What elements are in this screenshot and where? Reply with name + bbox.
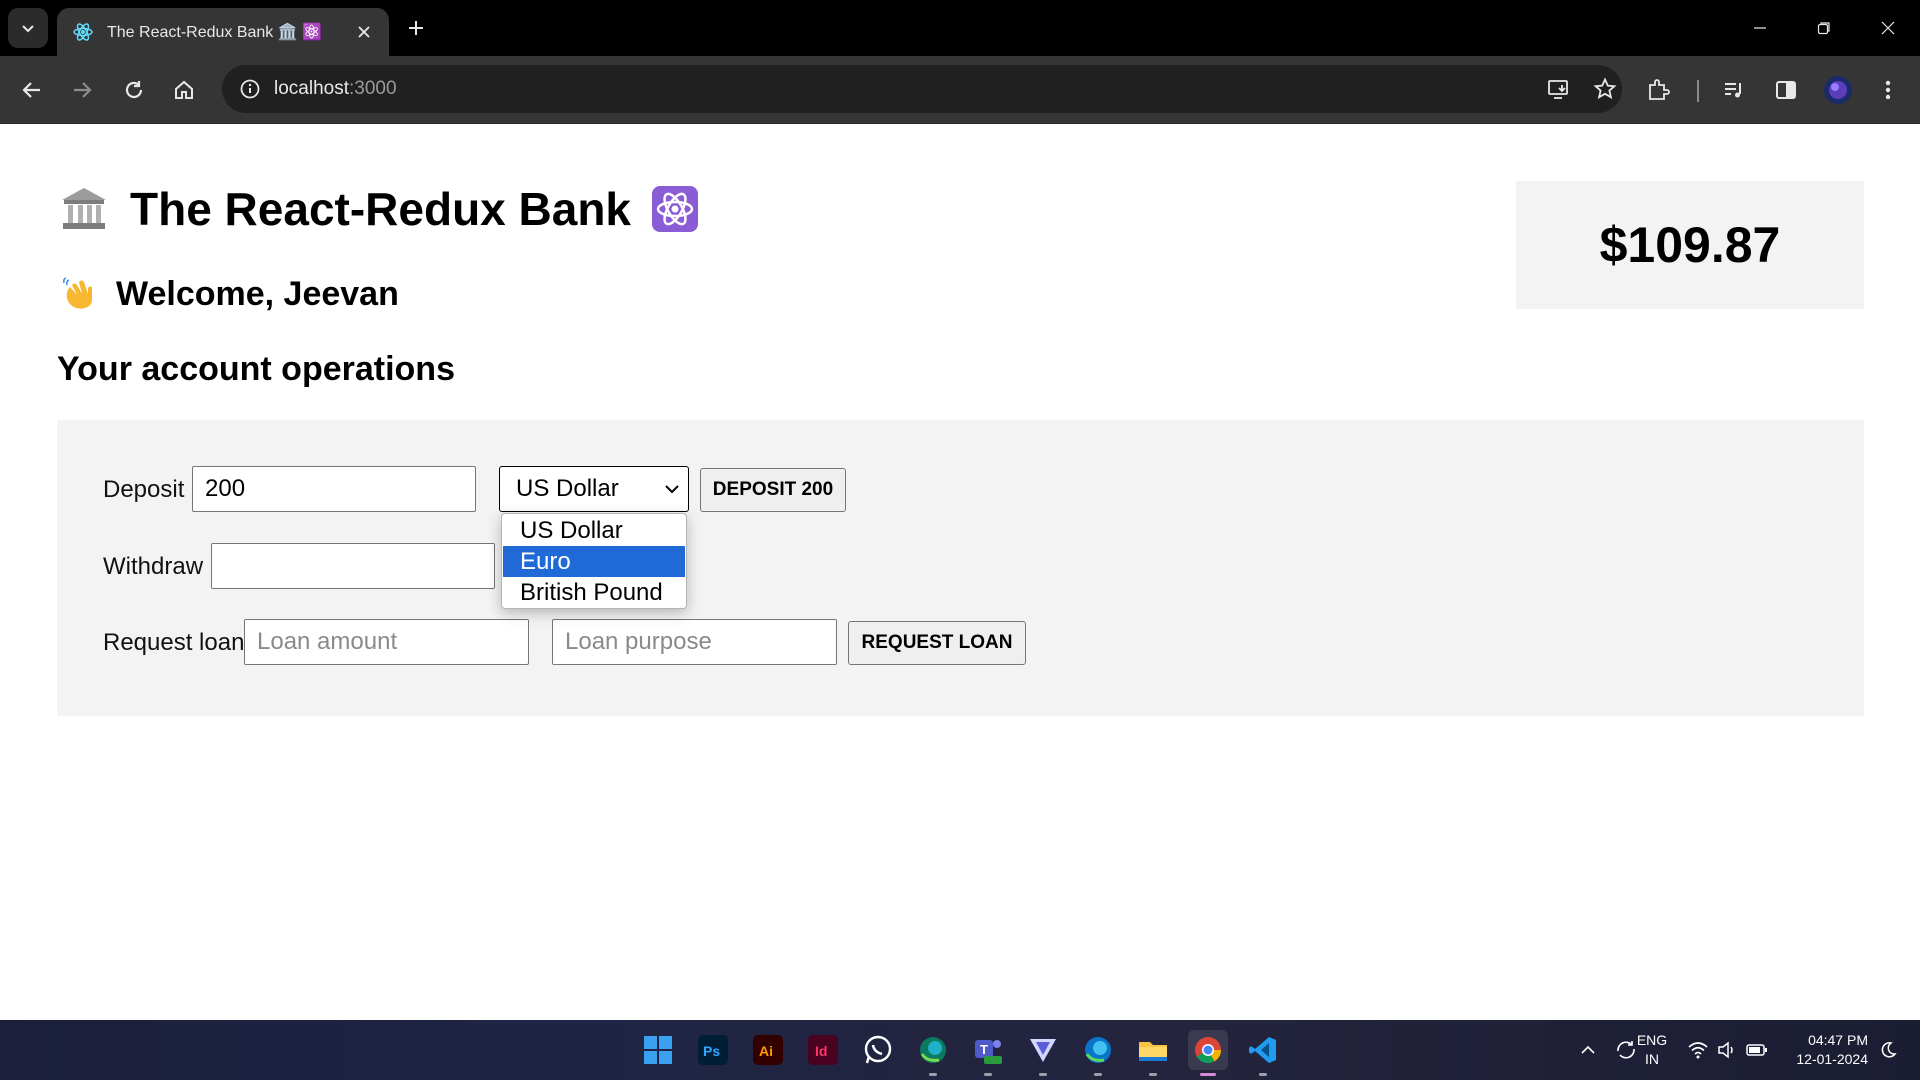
header: The React-Redux Bank bbox=[60, 182, 699, 236]
chevron-up-icon[interactable] bbox=[1568, 1030, 1608, 1070]
deposit-amount-input[interactable]: 200 bbox=[192, 466, 476, 512]
arrow-right-icon bbox=[74, 82, 92, 98]
minimize-icon bbox=[1754, 27, 1766, 29]
chrome-icon[interactable] bbox=[1188, 1030, 1228, 1076]
url-text: localhost:3000 bbox=[274, 65, 397, 113]
edge-icon[interactable] bbox=[1078, 1030, 1118, 1076]
language-code: ENG bbox=[1636, 1032, 1668, 1048]
media-controls-icon[interactable] bbox=[1714, 70, 1754, 110]
new-tab-button[interactable] bbox=[398, 10, 434, 46]
toolbar-separator bbox=[1697, 80, 1699, 102]
request-loan-label: Request loan bbox=[103, 629, 245, 656]
withdraw-amount-input[interactable] bbox=[211, 543, 495, 589]
waving-hand-icon bbox=[60, 274, 100, 314]
active-indicator bbox=[1200, 1073, 1216, 1076]
loan-purpose-input[interactable]: Loan purpose bbox=[552, 619, 837, 665]
svg-text:Id: Id bbox=[815, 1043, 827, 1059]
chevron-down-icon bbox=[665, 485, 679, 494]
browser-tab-active[interactable]: The React-Redux Bank 🏛️ ⚛️ bbox=[57, 8, 389, 56]
region-code: IN bbox=[1645, 1051, 1659, 1067]
menu-kebab-icon[interactable] bbox=[1868, 70, 1908, 110]
welcome-message: Welcome, Jeevan bbox=[116, 274, 399, 313]
currency-option-usd[interactable]: US Dollar bbox=[503, 515, 685, 546]
account-balance: $109.87 bbox=[1599, 217, 1781, 273]
home-icon bbox=[175, 80, 193, 99]
tab-search-button[interactable] bbox=[8, 8, 48, 48]
clock-time: 04:47 PM bbox=[1808, 1032, 1868, 1048]
edge-dev-icon[interactable] bbox=[913, 1030, 953, 1076]
balance-box: $109.87 bbox=[1516, 181, 1864, 309]
vivaldi-icon[interactable] bbox=[1023, 1030, 1063, 1076]
teams-icon[interactable]: T bbox=[968, 1030, 1008, 1076]
running-indicator bbox=[1039, 1073, 1047, 1076]
plus-icon bbox=[409, 21, 423, 35]
deposit-label: Deposit bbox=[103, 476, 185, 503]
address-bar[interactable]: localhost:3000 bbox=[222, 65, 1622, 113]
restore-icon bbox=[1817, 22, 1830, 35]
running-indicator bbox=[1094, 1073, 1102, 1076]
running-indicator bbox=[984, 1073, 992, 1076]
currency-option-gbp[interactable]: British Pound bbox=[503, 577, 685, 608]
atom-icon bbox=[651, 185, 699, 233]
react-favicon-icon bbox=[71, 20, 95, 44]
notification-moon-icon[interactable] bbox=[1868, 1030, 1908, 1070]
svg-text:Ps: Ps bbox=[703, 1043, 720, 1059]
arrow-left-icon bbox=[22, 82, 40, 98]
site-info-icon[interactable] bbox=[234, 73, 266, 105]
file-explorer-icon[interactable] bbox=[1133, 1030, 1173, 1076]
currency-selected-value: US Dollar bbox=[516, 475, 619, 502]
whatsapp-icon[interactable] bbox=[858, 1030, 898, 1070]
illustrator-icon[interactable]: Ai bbox=[748, 1030, 788, 1070]
forward-button[interactable] bbox=[62, 70, 102, 110]
svg-text:Ai: Ai bbox=[759, 1043, 773, 1059]
currency-option-eur[interactable]: Euro bbox=[503, 546, 685, 577]
withdraw-label: Withdraw bbox=[103, 553, 204, 580]
running-indicator bbox=[1259, 1073, 1267, 1076]
operations-panel: Deposit 200 US Dollar DEPOSIT 200 Withdr… bbox=[57, 420, 1864, 716]
windows-start-icon[interactable] bbox=[638, 1030, 678, 1070]
request-loan-button[interactable]: REQUEST LOAN bbox=[848, 621, 1026, 665]
restore-button[interactable] bbox=[1792, 0, 1856, 56]
side-panel-icon[interactable] bbox=[1766, 70, 1806, 110]
currency-select[interactable]: US Dollar bbox=[499, 466, 689, 512]
photoshop-icon[interactable]: Ps bbox=[693, 1030, 733, 1070]
back-button[interactable] bbox=[12, 70, 52, 110]
reload-button[interactable] bbox=[114, 70, 154, 110]
running-indicator bbox=[1149, 1073, 1157, 1076]
svg-text:T: T bbox=[980, 1042, 988, 1057]
clock-date: 12-01-2024 bbox=[1796, 1051, 1868, 1067]
url-port: :3000 bbox=[349, 78, 397, 99]
url-host: localhost bbox=[274, 78, 349, 99]
tab-title: The React-Redux Bank 🏛️ ⚛️ bbox=[107, 24, 323, 41]
windows-taskbar: Ps Ai Id T ENG IN 04:47 PM 12-01-2024 bbox=[0, 1020, 1920, 1080]
minimize-button[interactable] bbox=[1728, 0, 1792, 56]
browser-toolbar: localhost:3000 bbox=[0, 56, 1920, 124]
extensions-icon[interactable] bbox=[1638, 70, 1678, 110]
page-content: The React-Redux Bank Welcome, Jeevan You… bbox=[0, 124, 1920, 1020]
install-app-icon[interactable] bbox=[1542, 72, 1576, 106]
bookmark-star-icon[interactable] bbox=[1588, 72, 1622, 106]
running-indicator bbox=[929, 1073, 937, 1076]
welcome-row: Welcome, Jeevan bbox=[60, 274, 399, 314]
deposit-button[interactable]: DEPOSIT 200 bbox=[700, 468, 846, 512]
close-window-button[interactable] bbox=[1856, 0, 1920, 56]
chevron-down-icon bbox=[22, 25, 34, 33]
operations-heading: Your account operations bbox=[57, 350, 455, 388]
profile-avatar[interactable] bbox=[1818, 70, 1858, 110]
clock[interactable]: 04:47 PM 12-01-2024 bbox=[1778, 1031, 1868, 1069]
close-tab-icon[interactable] bbox=[353, 21, 375, 43]
vscode-icon[interactable] bbox=[1243, 1030, 1283, 1076]
battery-icon[interactable] bbox=[1737, 1030, 1777, 1070]
currency-dropdown-list: US Dollar Euro British Pound bbox=[501, 513, 687, 609]
browser-tab-strip: The React-Redux Bank 🏛️ ⚛️ bbox=[0, 0, 1920, 56]
page-title: The React-Redux Bank bbox=[130, 183, 632, 235]
home-button[interactable] bbox=[164, 70, 204, 110]
bank-icon bbox=[60, 185, 108, 233]
indesign-icon[interactable]: Id bbox=[803, 1030, 843, 1070]
input-language[interactable]: ENG IN bbox=[1636, 1031, 1668, 1069]
close-icon bbox=[1881, 21, 1895, 35]
loan-amount-input[interactable]: Loan amount bbox=[244, 619, 529, 665]
reload-icon bbox=[125, 81, 143, 99]
